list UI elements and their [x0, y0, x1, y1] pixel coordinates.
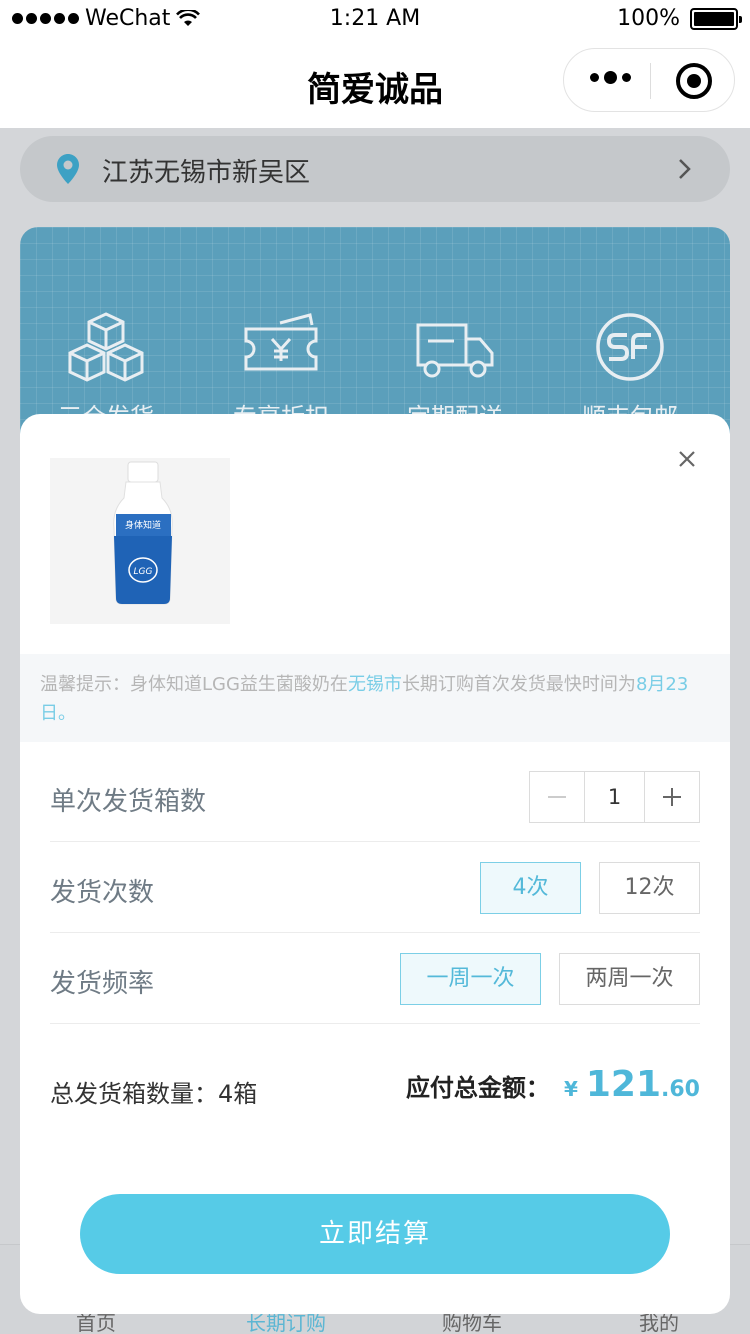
tip-middle: 长期订购首次发货最快时间为	[401, 674, 636, 695]
battery-percent: 100%	[617, 6, 680, 31]
ticket-icon	[244, 313, 318, 371]
frequency-option-weekly[interactable]: 一周一次	[400, 953, 541, 1005]
checkout-button[interactable]: 立即结算	[80, 1194, 670, 1274]
battery-icon	[690, 7, 742, 30]
decrease-button[interactable]	[530, 772, 584, 822]
delivery-frequency-label: 发货频率	[50, 969, 155, 999]
yogurt-bottle-icon: 身体知道 LGG	[50, 458, 230, 624]
capsule-divider	[650, 63, 651, 99]
order-options-sheet: 身体知道 LGG 温馨提示：身体知道LGG益生菌酸奶在无锡市长期订购首次发货最快…	[20, 414, 730, 1314]
location-pin-icon	[57, 154, 79, 184]
frequency-option-biweekly[interactable]: 两周一次	[559, 953, 700, 1005]
truck-icon	[416, 323, 494, 378]
tip-prefix: 温馨提示：身体知道LGG益生菌酸奶在	[40, 674, 348, 695]
tip-city: 无锡市	[347, 674, 402, 695]
delivery-tip: 温馨提示：身体知道LGG益生菌酸奶在无锡市长期订购首次发货最快时间为8月23日。	[20, 654, 730, 742]
currency-symbol: ¥	[563, 1077, 578, 1101]
product-image: 身体知道 LGG	[50, 458, 230, 624]
times-option-12[interactable]: 12次	[599, 862, 700, 914]
product-brand-text: 身体知道	[125, 519, 161, 531]
status-bar: WeChat 1:21 AM 100%	[0, 0, 750, 40]
amount-decimal: .60	[661, 1077, 700, 1102]
location-bar[interactable]: 江苏无锡市新吴区	[20, 136, 730, 202]
delivery-times-label: 发货次数	[50, 878, 155, 908]
boxes-per-delivery-row: 单次发货箱数 1	[50, 751, 700, 842]
location-text: 江苏无锡市新吴区	[102, 158, 311, 188]
miniprogram-capsule	[563, 48, 735, 112]
delivery-times-row: 发货次数 4次 12次	[50, 842, 700, 933]
times-option-4[interactable]: 4次	[480, 862, 581, 914]
increase-button[interactable]	[645, 772, 699, 822]
boxes-icon	[68, 312, 144, 382]
quantity-value[interactable]: 1	[584, 772, 645, 822]
svg-text:LGG: LGG	[134, 567, 153, 577]
battery-area: 100%	[617, 6, 742, 31]
nav-bar: 简爱诚品	[0, 40, 750, 128]
chevron-right-icon	[679, 159, 691, 179]
close-icon[interactable]	[672, 444, 702, 474]
boxes-per-delivery-label: 单次发货箱数	[50, 787, 207, 817]
more-menu-icon[interactable]	[590, 71, 631, 84]
total-boxes: 总发货箱数量：4箱	[50, 1080, 258, 1108]
sf-express-icon	[596, 313, 664, 381]
total-amount: 应付总金额： ¥ 121 .60	[406, 1064, 700, 1105]
close-miniprogram-icon[interactable]	[676, 63, 712, 99]
total-amount-label: 应付总金额：	[405, 1074, 550, 1102]
delivery-frequency-row: 发货频率 一周一次 两周一次	[50, 933, 700, 1024]
amount-integer: 121	[585, 1064, 662, 1105]
quantity-stepper: 1	[529, 771, 700, 823]
